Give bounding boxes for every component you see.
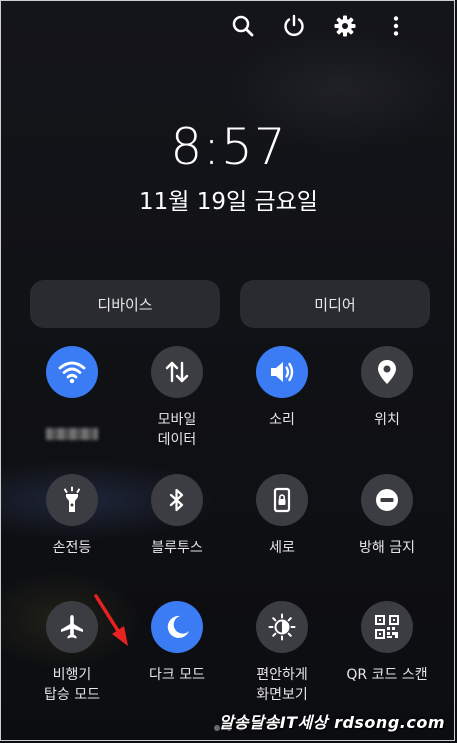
top-action-bar xyxy=(217,10,421,42)
location-icon xyxy=(378,360,396,384)
portrait-lock-icon xyxy=(273,487,291,513)
tile-label: 편안하게 화면보기 xyxy=(256,667,308,703)
bluetooth-icon xyxy=(169,488,184,512)
tile-bluetooth-toggle[interactable] xyxy=(151,474,203,526)
flashlight-icon xyxy=(64,486,80,512)
device-control-button[interactable]: 디바이스 xyxy=(30,280,220,328)
tile-flashlight[interactable]: 손전등 xyxy=(22,474,122,558)
mobile-data-icon xyxy=(165,361,189,383)
annotation-arrow xyxy=(94,594,128,646)
clock: 8:57 xyxy=(170,118,287,176)
date: 11월 19일 금요일 xyxy=(139,189,318,215)
tile-label: 위치 xyxy=(374,412,400,428)
more-options-button[interactable] xyxy=(370,10,421,42)
tile-mobile-data-toggle[interactable] xyxy=(151,346,203,398)
tile-location[interactable]: 위치 xyxy=(337,346,437,430)
tile-location-toggle[interactable] xyxy=(361,346,413,398)
tile-do-not-disturb[interactable]: 방해 금지 xyxy=(337,474,437,558)
tile-flashlight-toggle[interactable] xyxy=(46,474,98,526)
tile-eye-comfort[interactable]: 편안하게 화면보기 xyxy=(232,601,332,705)
tile-label: 소리 xyxy=(269,412,295,428)
settings-button[interactable] xyxy=(319,10,370,42)
tile-portrait-toggle[interactable] xyxy=(256,474,308,526)
sound-icon xyxy=(271,362,294,382)
watermark: 알송달송IT세상 rdsong.com xyxy=(218,713,445,732)
tile-eye-comfort-toggle[interactable] xyxy=(256,601,308,653)
tile-sound-toggle[interactable] xyxy=(256,346,308,398)
moon-icon xyxy=(167,615,189,638)
tile-label: 비행기 탑승 모드 xyxy=(44,667,100,703)
tile-bluetooth[interactable]: 블루투스 xyxy=(127,474,227,558)
wifi-icon xyxy=(58,361,86,384)
power-icon xyxy=(283,14,304,37)
tile-label: 다크 모드 xyxy=(149,667,205,683)
do-not-disturb-icon xyxy=(376,489,398,511)
tile-airplane-mode-toggle[interactable] xyxy=(46,601,98,653)
tile-dark-mode-toggle[interactable] xyxy=(151,601,203,653)
tile-sound[interactable]: 소리 xyxy=(232,346,332,430)
tile-dark-mode[interactable]: 다크 모드 xyxy=(127,601,227,685)
tile-label: 방해 금지 xyxy=(359,540,415,556)
tile-label: 모바일 데이터 xyxy=(157,412,197,448)
more-vert-icon xyxy=(393,16,398,36)
tile-label: QR 코드 스캔 xyxy=(346,667,428,683)
wifi-network-name-redacted xyxy=(46,428,98,440)
power-button[interactable] xyxy=(268,10,319,42)
tile-qr-scan-toggle[interactable] xyxy=(361,601,413,653)
media-output-button[interactable]: 미디어 xyxy=(240,280,430,328)
tile-label: 블루투스 xyxy=(151,540,203,556)
tile-mobile-data[interactable]: 모바일 데이터 xyxy=(127,346,227,450)
tile-label: 손전등 xyxy=(52,540,92,556)
tile-label: 세로 xyxy=(269,540,295,556)
eye-comfort-icon xyxy=(268,613,296,641)
airplane-icon xyxy=(61,615,83,639)
tile-do-not-disturb-toggle[interactable] xyxy=(361,474,413,526)
tile-portrait[interactable]: 세로 xyxy=(232,474,332,558)
search-button[interactable] xyxy=(217,10,268,42)
qr-code-icon xyxy=(375,615,399,639)
search-icon xyxy=(232,15,253,37)
tile-wifi-toggle[interactable] xyxy=(46,346,98,398)
tile-wifi[interactable] xyxy=(22,346,122,444)
gear-icon xyxy=(334,15,355,37)
tile-qr-scan[interactable]: QR 코드 스캔 xyxy=(337,601,437,685)
